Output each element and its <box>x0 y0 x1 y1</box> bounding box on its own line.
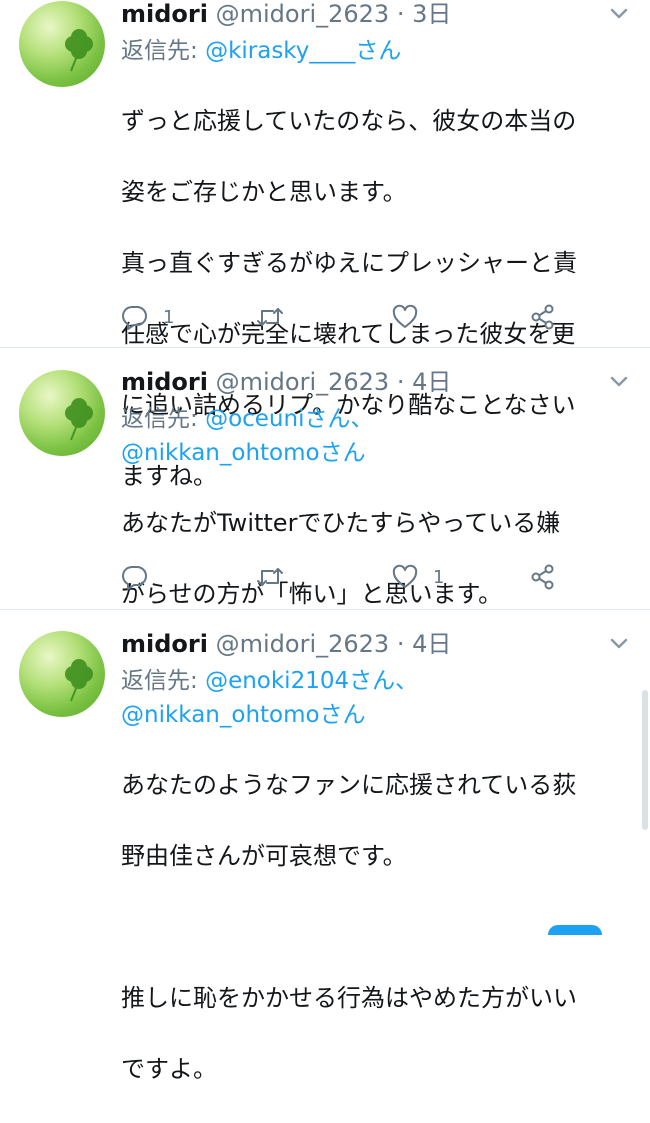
heart-icon <box>392 564 418 588</box>
avatar[interactable] <box>19 1 105 87</box>
mention-link[interactable]: @kirasky____さん <box>205 38 401 64</box>
tweet-actions: 1 <box>121 302 561 332</box>
mention-link[interactable]: @oceuniさん、 <box>205 406 373 432</box>
reply-icon <box>122 305 147 330</box>
like-button[interactable]: 1 <box>391 562 444 592</box>
reply-to-label: 返信先: <box>121 668 206 694</box>
tweet-actions: 1 <box>121 562 561 592</box>
reply-button[interactable]: 1 <box>121 302 174 332</box>
user-handle[interactable]: @midori_2623 <box>216 630 390 658</box>
clover-icon <box>65 659 93 702</box>
mention-link[interactable]: @nikkan_ohtomoさん <box>121 702 366 728</box>
avatar[interactable] <box>19 631 105 717</box>
share-button[interactable] <box>529 562 557 592</box>
clover-icon <box>65 398 93 441</box>
retweet-icon <box>257 568 283 586</box>
chevron-down-icon[interactable] <box>606 0 632 26</box>
share-icon <box>531 304 554 330</box>
reply-to-line: @nikkan_ohtomoさん <box>121 436 632 470</box>
reply-to-label: 返信先: <box>121 406 206 432</box>
compose-button[interactable] <box>548 925 602 935</box>
tweet-text-line: ずっと応援していたのなら、彼女の本当の <box>121 106 577 135</box>
tweet-text-line: あなたのようなファンに応援されている荻 <box>121 770 577 799</box>
chevron-down-icon[interactable] <box>606 368 632 394</box>
display-name[interactable]: midori <box>121 368 208 396</box>
tweet-text-line: あなたがTwitterでひたすらやっている嫌 <box>121 508 561 537</box>
heart-icon <box>392 304 418 328</box>
tweet[interactable]: midori @midori_2623 · 4日 返信先: @enoki2104… <box>0 610 650 1083</box>
display-name[interactable]: midori <box>121 630 208 658</box>
avatar[interactable] <box>19 370 105 456</box>
tweet-text-line: 野由佳さんが可哀想です。 <box>121 841 407 870</box>
reply-to-line: 返信先: @enoki2104さん、 <box>121 664 632 698</box>
tweet-text-line: 姿をご存じかと思います。 <box>121 177 407 206</box>
mention-link[interactable]: @enoki2104さん、 <box>205 668 418 694</box>
tweet[interactable]: midori @midori_2623 · 4日 返信先: @oceuniさん、… <box>0 348 650 610</box>
reply-to-line: @nikkan_ohtomoさん <box>121 698 632 732</box>
user-handle[interactable]: @midori_2623 <box>216 368 390 396</box>
tweet[interactable]: midori @midori_2623 · 3日 返信先: @kirasky__… <box>0 0 650 490</box>
reply-count: 1 <box>163 306 175 328</box>
reply-to-label: 返信先: <box>121 38 206 64</box>
reply-to-line: 返信先: @oceuniさん、 <box>121 402 632 436</box>
timestamp[interactable]: · 4日 <box>397 630 452 658</box>
reply-to-line: 返信先: @kirasky____さん <box>121 34 632 68</box>
tweet-text-line: 推しに恥をかかせる行為はやめた方がいい <box>121 983 577 1012</box>
user-handle[interactable]: @midori_2623 <box>216 0 390 28</box>
clover-icon <box>65 29 93 72</box>
like-button[interactable] <box>391 302 419 332</box>
reply-button[interactable] <box>121 562 163 592</box>
display-name[interactable]: midori <box>121 0 208 28</box>
share-button[interactable] <box>529 302 557 332</box>
tweet-text-line: 真っ直ぐすぎるがゆえにプレッシャーと責 <box>121 248 577 277</box>
retweet-button[interactable] <box>255 562 285 592</box>
timestamp[interactable]: · 3日 <box>397 0 452 28</box>
chevron-down-icon[interactable] <box>606 630 632 656</box>
tweet-text-line: ですよ。 <box>121 1054 217 1083</box>
scrollbar[interactable] <box>642 690 648 830</box>
retweet-icon <box>257 308 283 326</box>
mention-link[interactable]: @nikkan_ohtomoさん <box>121 440 366 466</box>
retweet-button[interactable] <box>255 302 285 332</box>
share-icon <box>531 564 554 590</box>
timestamp[interactable]: · 4日 <box>397 368 452 396</box>
like-count: 1 <box>433 566 445 588</box>
reply-icon <box>122 565 147 590</box>
